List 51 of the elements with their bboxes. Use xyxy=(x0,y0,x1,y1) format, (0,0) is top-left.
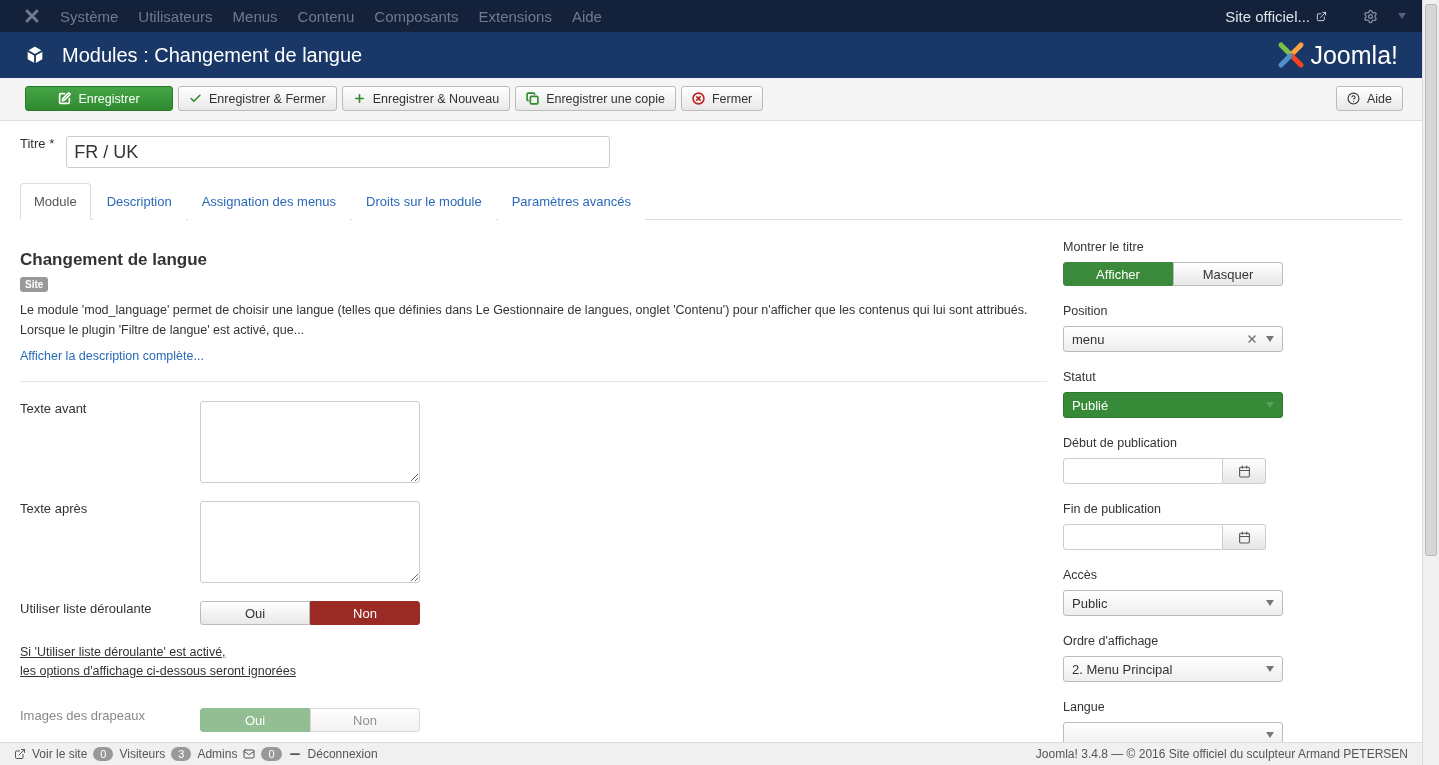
field-label: Images des drapeaux xyxy=(20,708,147,725)
field-label: Ordre d'affichage xyxy=(1063,634,1160,648)
select-field[interactable]: menu xyxy=(1063,326,1283,352)
field-label: Langue xyxy=(1063,700,1106,714)
footer-text: Joomla! 3.4.8 — © 2016 Site officiel du sculpteur Armand PETERSEN xyxy=(1035,747,1408,761)
visitor-count: 0 xyxy=(93,747,114,761)
select-field[interactable]: Public xyxy=(1063,590,1283,616)
tab[interactable]: Module xyxy=(20,183,91,220)
menu-item[interactable]: Contenu xyxy=(297,7,355,25)
module-description: Le module 'mod_language' permet de choisir une langue (telles que définies dans Le Gestionnaire de langues, onglet 'Contenu') pour n'afficher que les contenus qui lui sont attribués. Lorsque le plugin 'Filtre de langue' est activé, que... xyxy=(20,302,1029,339)
field-label: Texte avant xyxy=(20,401,88,418)
field-label: Montrer le titre xyxy=(1063,240,1145,254)
toolbar-button[interactable]: Enregistrer xyxy=(25,86,173,111)
brand-name: Joomla! xyxy=(1310,40,1398,70)
site-link[interactable]: Site officiel... xyxy=(1225,7,1327,25)
field-label: Utiliser liste déroulante xyxy=(20,601,153,618)
toggle-option[interactable]: Non xyxy=(310,601,420,625)
toolbar-button[interactable]: Enregistrer une copie xyxy=(515,86,676,111)
select-field[interactable]: 2. Menu Principal xyxy=(1063,656,1283,682)
field-label: Statut xyxy=(1063,370,1097,384)
admin-count: 3 xyxy=(171,747,192,761)
toolbar-button[interactable]: Fermer xyxy=(681,86,764,111)
menu-item[interactable]: Aide xyxy=(571,7,602,25)
visitors-label: Visiteurs xyxy=(119,747,166,761)
menu-item[interactable]: Système xyxy=(60,7,119,25)
page-title: Modules : Changement de langue xyxy=(62,43,363,67)
field-label: Fin de publication xyxy=(1063,502,1162,516)
field-label: Titre * xyxy=(20,136,55,151)
help-button[interactable]: Aide xyxy=(1335,86,1403,111)
view-site-link[interactable]: Voir le site xyxy=(32,747,88,761)
menu-item[interactable]: Utilisateurs xyxy=(138,7,213,25)
site-badge: Site xyxy=(20,277,49,292)
field-label: Accès xyxy=(1063,568,1099,582)
title-field[interactable]: FR / UK xyxy=(66,136,611,168)
toggle-option[interactable]: Masquer xyxy=(1173,262,1283,286)
menu-item[interactable]: Composants xyxy=(374,7,459,25)
admins-label: Admins xyxy=(197,747,238,761)
field-label: Début de publication xyxy=(1063,436,1178,450)
toggle-option[interactable]: Afficher xyxy=(1063,262,1173,286)
toolbar-button[interactable]: Enregistrer & Nouveau xyxy=(341,86,511,111)
note-text: Si 'Utiliser liste déroulante' est activé, les options d'affichage ci-dessous seront ignorées xyxy=(20,644,297,680)
select-field[interactable]: Publié xyxy=(1063,392,1283,418)
field-label: Position xyxy=(1063,304,1109,318)
toolbar-button[interactable]: Enregistrer & Fermer xyxy=(178,86,337,111)
menu-item[interactable]: Menus xyxy=(232,7,278,25)
logout-link[interactable]: Déconnexion xyxy=(307,747,378,761)
toggle-option[interactable]: Oui xyxy=(200,601,310,625)
field-label: Texte après xyxy=(20,501,89,518)
description-link[interactable]: Afficher la description complète... xyxy=(20,349,204,363)
module-heading: Changement de langue xyxy=(20,250,209,270)
menu-item[interactable]: Extensions xyxy=(478,7,552,25)
